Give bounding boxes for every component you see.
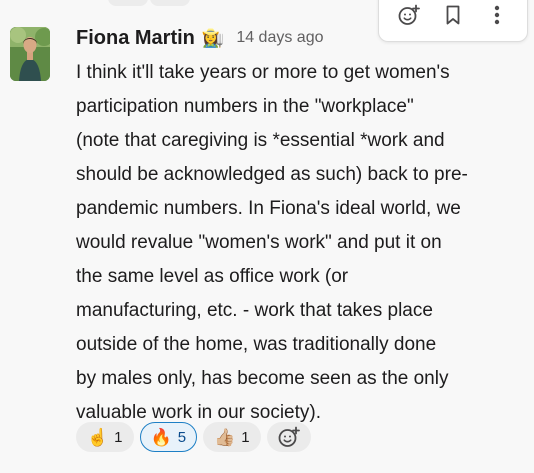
thumbs-up-emoji-icon: 👍🏼 (214, 427, 236, 447)
message-line: by males only, has become seen as the on… (76, 368, 449, 389)
fire-emoji-icon: 🔥 (150, 427, 172, 447)
farmer-status-emoji[interactable]: 👩‍🌾 (202, 23, 224, 53)
sender-name[interactable]: Fiona Martin (76, 23, 195, 53)
reaction-thumbs-up[interactable]: 👍🏼 1 (203, 422, 261, 452)
add-reaction-action-button[interactable] (392, 1, 426, 29)
message-line: pandemic numbers. In Fiona's ideal world… (76, 198, 461, 219)
save-for-later-button[interactable] (436, 1, 470, 29)
message-header: Fiona Martin 👩‍🌾 14 days ago (76, 23, 324, 53)
message-line: the same level as office work (or (76, 266, 349, 287)
bookmark-icon (446, 5, 460, 25)
message-line: would revalue "women's work" and put it … (76, 232, 442, 253)
message-actions-toolbar (378, 0, 528, 42)
message-view: Fiona Martin 👩‍🌾 14 days ago I think it'… (0, 0, 534, 473)
message: Fiona Martin 👩‍🌾 14 days ago I think it'… (0, 0, 534, 473)
message-line: manufacturing, etc. - work that takes pl… (76, 300, 433, 321)
reaction-index-pointing-up[interactable]: ☝️ 1 (76, 422, 134, 452)
add-reaction-icon (398, 4, 420, 25)
index-pointing-up-emoji-icon: ☝️ (87, 427, 109, 447)
message-line: (note that caregiving is *essential *wor… (76, 130, 445, 151)
reaction-count: 1 (241, 428, 250, 446)
avatar-image (10, 27, 50, 81)
message-body: I think it'll take years or more to get … (76, 56, 532, 430)
reaction-bar: ☝️ 1 🔥 5 👍🏼 1 (76, 422, 311, 452)
add-reaction-button[interactable] (266, 422, 311, 452)
message-line: should be acknowledged as such) back to … (76, 164, 468, 185)
avatar[interactable] (10, 27, 50, 81)
timestamp[interactable]: 14 days ago (236, 23, 323, 53)
more-actions-button[interactable] (480, 1, 514, 29)
message-line: participation numbers in the "workplace" (76, 96, 414, 117)
message-line: I think it'll take years or more to get … (76, 62, 450, 83)
more-options-icon (494, 5, 500, 25)
message-line: outside of the home, was traditionally d… (76, 334, 437, 355)
reaction-count: 1 (114, 428, 123, 446)
reaction-fire[interactable]: 🔥 5 (139, 422, 198, 452)
reaction-count: 5 (177, 428, 187, 446)
add-reaction-icon (278, 426, 300, 447)
